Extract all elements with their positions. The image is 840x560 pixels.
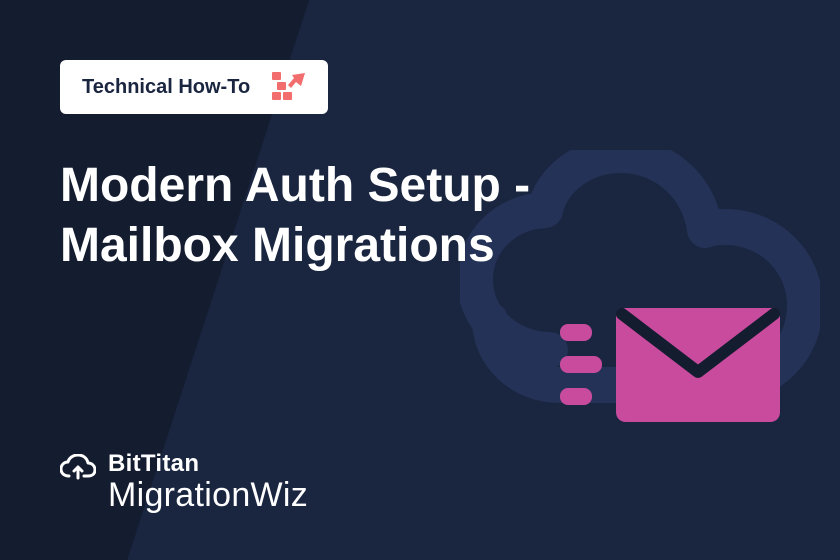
category-badge: Technical How-To <box>60 60 328 114</box>
bricks-trowel-icon <box>272 72 306 102</box>
content-area: Technical How-To Modern Auth Setup - Mai… <box>0 0 840 560</box>
category-badge-label: Technical How-To <box>82 76 250 99</box>
page-title: Modern Auth Setup - Mailbox Migrations <box>60 156 700 276</box>
brand-lockup: BitTitan MigrationWiz <box>60 452 780 520</box>
cloud-upload-icon <box>60 454 96 485</box>
brand-text: BitTitan MigrationWiz <box>108 452 308 512</box>
brand-company-name: BitTitan <box>108 452 308 476</box>
mail-motion-icon <box>560 290 780 445</box>
brand-product-name: MigrationWiz <box>108 478 308 512</box>
